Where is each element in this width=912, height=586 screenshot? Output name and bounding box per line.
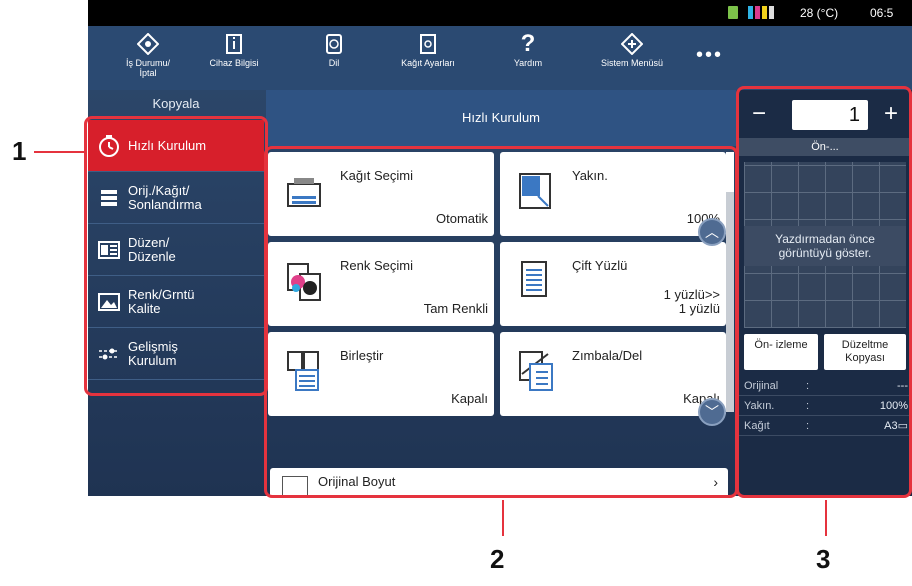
system-menu-icon	[621, 33, 643, 55]
main-title: Hızlı Kurulum	[266, 90, 736, 146]
device-info-button[interactable]: Cihaz Bilgisi	[194, 30, 274, 68]
paper-settings-icon	[420, 34, 436, 54]
help-icon: ?	[520, 30, 536, 57]
callout-3-box	[736, 86, 912, 498]
sidebar-title: Kopyala	[152, 96, 200, 111]
device-info-icon	[226, 34, 242, 54]
callout-1: 1	[12, 136, 27, 166]
clock: 06:5	[870, 6, 894, 20]
language-icon	[326, 34, 342, 54]
top-toolbar: İş Durumu/ İptal Cihaz Bilgisi Dil Kağıt…	[88, 26, 912, 90]
callout-2-box	[264, 146, 738, 498]
system-menu-label: Sistem Menüsü	[600, 58, 664, 68]
status-bar: 28 (°C) 06:5	[88, 0, 912, 26]
language-label: Dil	[328, 58, 340, 68]
callout-1-box	[84, 116, 268, 396]
more-menu-button[interactable]: •••	[696, 44, 723, 67]
callout-2-line	[502, 500, 504, 536]
job-status-label: İş Durumu/ İptal	[125, 58, 170, 78]
callout-1-line	[34, 151, 84, 153]
callout-3-line	[825, 500, 827, 536]
help-label: Yardım	[513, 58, 543, 68]
job-status-button[interactable]: İş Durumu/ İptal	[108, 30, 188, 78]
callout-3: 3	[816, 544, 831, 574]
paper-settings-label: Kağıt Ayarları	[401, 58, 455, 68]
language-button[interactable]: Dil	[294, 30, 374, 68]
help-button[interactable]: ? Yardım	[488, 30, 568, 69]
device-info-label: Cihaz Bilgisi	[209, 58, 259, 68]
sd-card-icon	[728, 6, 738, 19]
system-menu-button[interactable]: Sistem Menüsü	[592, 30, 672, 68]
temperature-readout: 28 (°C)	[800, 6, 839, 20]
callout-2: 2	[490, 544, 505, 574]
job-status-icon	[137, 33, 159, 55]
toner-level-icon	[748, 6, 774, 19]
paper-settings-button[interactable]: Kağıt Ayarları	[388, 30, 468, 68]
